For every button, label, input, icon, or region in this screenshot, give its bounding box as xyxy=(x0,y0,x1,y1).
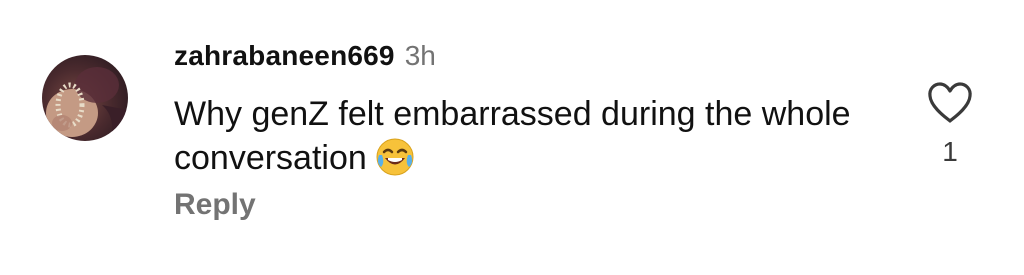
comment: zahrabaneen669 3h Why genZ felt embarras… xyxy=(0,0,1024,275)
comment-text: Why genZ felt embarrassed during the who… xyxy=(174,92,894,188)
timestamp: 3h xyxy=(404,40,436,71)
like-count: 1 xyxy=(942,136,958,167)
heart-icon xyxy=(928,82,972,123)
username[interactable]: zahrabaneen669 xyxy=(174,40,395,72)
comment-body: Why genZ felt embarrassed during the who… xyxy=(174,95,851,177)
face-with-tears-of-joy-icon xyxy=(375,137,415,188)
avatar[interactable] xyxy=(42,55,128,141)
comment-header: zahrabaneen669 3h xyxy=(174,40,436,80)
reply-button[interactable]: Reply xyxy=(174,188,256,222)
avatar-image xyxy=(42,55,128,141)
like-button[interactable] xyxy=(927,82,973,124)
